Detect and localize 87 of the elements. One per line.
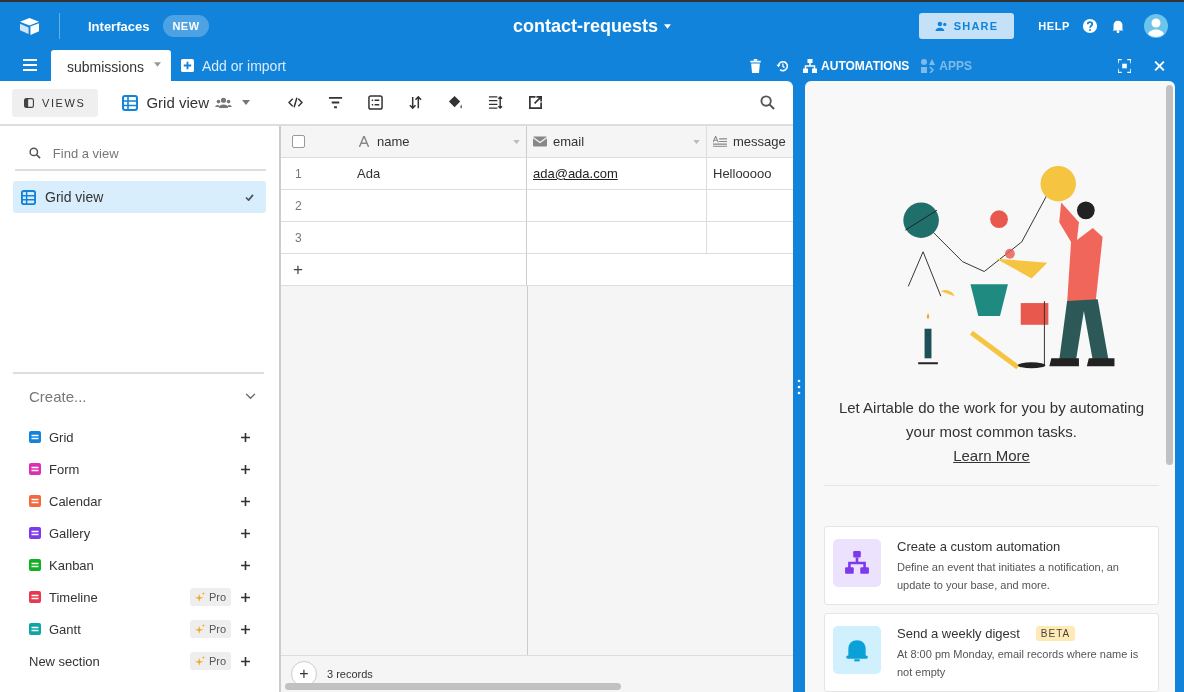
people-icon	[214, 97, 232, 108]
logo-icon[interactable]	[18, 16, 41, 36]
text-field-icon	[357, 136, 371, 147]
views-button[interactable]: VIEWS	[12, 88, 99, 117]
bell-icon	[833, 626, 881, 674]
close-icon[interactable]	[1153, 58, 1166, 73]
people-icon	[934, 21, 948, 31]
fullscreen-icon[interactable]	[1118, 58, 1131, 73]
column-header[interactable]: message	[733, 134, 787, 149]
interfaces-link[interactable]: Interfaces	[88, 18, 150, 34]
view-list-item[interactable]: Grid view	[13, 181, 266, 213]
trash-icon[interactable]	[749, 58, 763, 73]
plus-icon[interactable]	[241, 560, 250, 570]
card-title: Create a custom automation	[897, 539, 1061, 554]
horizontal-scrollbar[interactable]	[285, 683, 621, 690]
card-title: Send a weekly digest	[897, 626, 1020, 641]
new-badge: NEW	[163, 15, 209, 37]
view-name[interactable]: Grid view	[146, 94, 209, 111]
learn-more-link[interactable]: Learn More	[953, 444, 1030, 468]
plus-icon[interactable]	[241, 496, 250, 506]
row-number: 1	[295, 166, 302, 181]
search-icon[interactable]	[760, 95, 775, 110]
pro-badge: Pro	[189, 652, 231, 670]
share-view-icon[interactable]	[527, 95, 543, 110]
envelope-icon	[533, 136, 547, 147]
caret-icon[interactable]	[241, 100, 250, 105]
create-view-link[interactable]: Form	[49, 461, 241, 477]
caret-icon[interactable]	[664, 23, 671, 29]
create-view-link[interactable]: New section	[29, 653, 190, 669]
plus-icon[interactable]	[241, 528, 250, 538]
flowchart-icon	[803, 58, 818, 73]
select-all-checkbox[interactable]	[292, 135, 305, 148]
row-height-icon[interactable]	[487, 95, 503, 110]
panel-tab[interactable]: AUTOMATIONS	[803, 58, 910, 73]
column-header[interactable]: email	[553, 134, 693, 149]
plus-icon[interactable]	[241, 592, 250, 602]
base-title[interactable]: contact-requests	[513, 15, 658, 37]
paint-bucket-icon[interactable]	[447, 95, 463, 110]
create-heading: Create...	[29, 388, 87, 405]
email-link[interactable]: ada@ada.com	[533, 166, 618, 181]
caret-icon[interactable]	[153, 62, 161, 67]
history-icon[interactable]	[776, 58, 790, 73]
create-view-link[interactable]: Timeline	[49, 589, 190, 605]
create-view-link[interactable]: Gallery	[49, 525, 241, 541]
filter-icon[interactable]	[327, 95, 343, 110]
help-link[interactable]: HELP	[1038, 20, 1070, 32]
automation-intro: Let Airtable do the work for you by automating your most common tasks.	[837, 398, 1146, 442]
table-cell: Ada	[357, 166, 381, 181]
table-cell: Hellooooo	[713, 166, 772, 181]
hide-fields-icon[interactable]	[287, 95, 303, 110]
automation-card[interactable]: Create a custom automation Define an event that initiates a notification, an update to your base, and more.	[824, 526, 1159, 605]
card-description: At 8:00 pm Monday, email records where name is not empty	[897, 647, 1140, 680]
plus-icon[interactable]	[241, 624, 250, 634]
record-count: 3 records	[327, 668, 373, 680]
plus-icon[interactable]	[241, 464, 250, 474]
long-text-icon	[713, 136, 727, 147]
checkmark-icon	[245, 193, 254, 201]
pro-badge: Pro	[189, 588, 231, 606]
table-tab[interactable]: submissions	[51, 50, 171, 81]
row-number: 3	[295, 230, 302, 245]
help-icon[interactable]	[1082, 18, 1098, 34]
grid-icon	[21, 189, 36, 205]
resize-handle-icon[interactable]	[797, 378, 801, 395]
flowchart-icon	[833, 539, 881, 587]
grid-icon	[122, 94, 139, 111]
create-view-link[interactable]: Grid	[49, 429, 241, 445]
beta-badge: BETA	[1035, 626, 1076, 641]
chevron-icon[interactable]	[245, 393, 256, 400]
create-view-link[interactable]: Calendar	[49, 493, 241, 509]
create-view-link[interactable]: Gantt	[49, 621, 190, 637]
pro-badge: Pro	[189, 620, 231, 638]
vertical-scrollbar[interactable]	[1166, 85, 1173, 465]
plus-icon	[180, 59, 194, 72]
group-icon[interactable]	[367, 95, 383, 110]
avatar-icon[interactable]	[1144, 14, 1168, 38]
column-header[interactable]: name	[377, 134, 513, 149]
shapes-icon	[921, 58, 936, 73]
create-view-link[interactable]: Kanban	[49, 557, 241, 573]
search-icon	[29, 147, 41, 159]
card-description: Define an event that initiates a notification, an update to your base, and more.	[897, 560, 1120, 593]
row-number: 2	[295, 198, 302, 213]
menu-icon[interactable]	[23, 59, 37, 71]
plus-icon[interactable]	[241, 432, 250, 442]
sort-icon[interactable]	[407, 95, 423, 110]
sidebar-icon	[24, 97, 34, 108]
plus-icon[interactable]	[241, 656, 250, 666]
automation-card[interactable]: Send a weekly digest BETA At 8:00 pm Monday, email records where name is not empty	[824, 613, 1159, 692]
